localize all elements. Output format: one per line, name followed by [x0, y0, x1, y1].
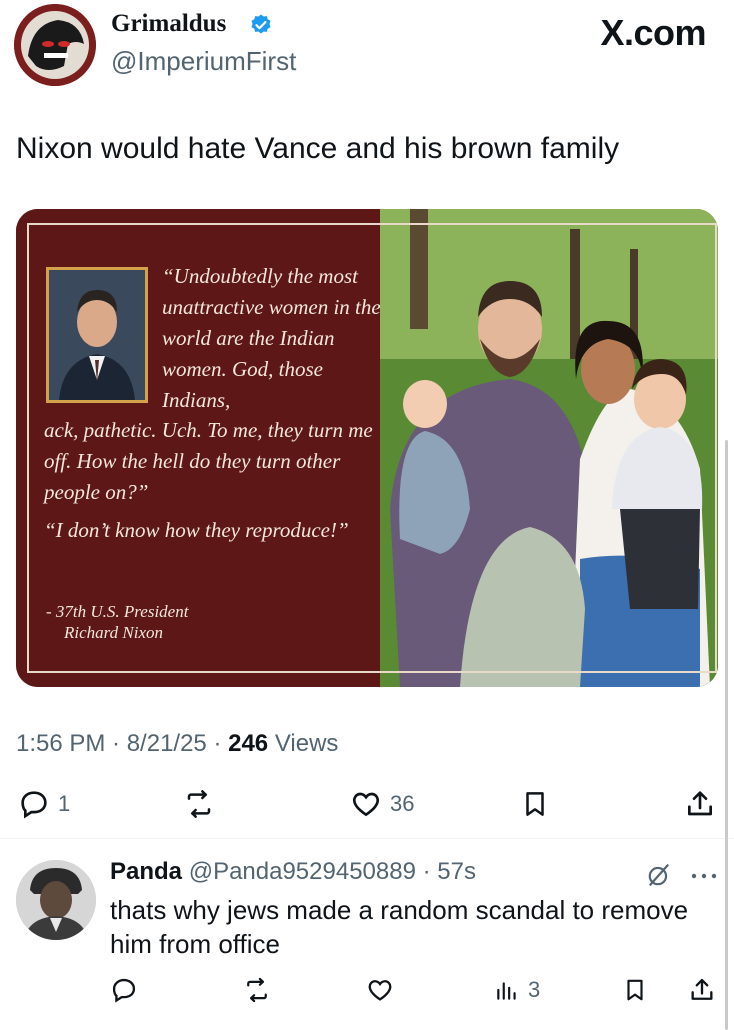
scrollbar[interactable]	[725, 440, 728, 1030]
share-icon	[691, 978, 713, 1000]
quote-frame	[27, 223, 717, 673]
reply-author-name[interactable]: Panda	[110, 858, 182, 885]
like-icon	[352, 792, 380, 817]
reply-bookmark-button[interactable]	[622, 976, 648, 1004]
author-avatar[interactable]	[14, 4, 96, 86]
reply-retweet-button[interactable]	[242, 976, 272, 1004]
views-count: 246	[228, 730, 269, 757]
brand-watermark: X.com	[600, 12, 706, 53]
reply-count: 1	[58, 791, 71, 816]
reply-share-button[interactable]	[688, 976, 716, 1004]
bookmark-button[interactable]	[520, 788, 550, 820]
reply-handle-time[interactable]: @Panda9529450889 · 57s	[182, 858, 476, 885]
views-label: Views	[268, 730, 339, 757]
retweet-icon	[187, 790, 211, 818]
timestamp[interactable]: 1:56 PM · 8/21/25 ·	[16, 730, 228, 757]
reply-avatar[interactable]	[16, 860, 96, 940]
tweet-media[interactable]: “Undoubtedly the most unattractive women…	[16, 209, 718, 687]
reply-icon	[112, 978, 136, 1003]
reply-header: Panda @Panda9529450889 · 57s	[110, 858, 476, 886]
divider	[0, 838, 734, 839]
reply-text: thats why jews made a random scandal to …	[110, 895, 689, 959]
author-handle[interactable]: @ImperiumFirst	[111, 46, 296, 77]
views-icon	[497, 982, 516, 1000]
retweet-icon	[247, 977, 267, 1003]
grok-icon[interactable]	[646, 862, 672, 888]
share-button[interactable]	[684, 788, 716, 820]
more-icon[interactable]	[690, 872, 718, 880]
author-display-name[interactable]: Grimaldus	[111, 10, 226, 38]
retweet-button[interactable]	[182, 788, 216, 820]
reply-like-button[interactable]	[366, 976, 394, 1004]
like-count: 36	[390, 791, 415, 816]
reply-reply-button[interactable]	[110, 976, 138, 1004]
verified-badge-icon	[251, 14, 271, 34]
reply-action-bar: 3	[0, 972, 734, 1012]
avatar-image	[14, 4, 96, 86]
tweet-meta: 1:56 PM · 8/21/25 · 246 Views	[16, 730, 338, 758]
tweet-text: Nixon would hate Vance and his brown fam…	[16, 132, 620, 165]
reply-icon	[21, 791, 47, 819]
bookmark-icon	[627, 979, 643, 1001]
reply-views-count: 3	[528, 977, 541, 1002]
like-button[interactable]: 36	[350, 788, 414, 820]
bookmark-icon	[526, 792, 544, 816]
reply-button[interactable]: 1	[18, 788, 70, 820]
reply-views-button[interactable]: 3	[494, 976, 540, 1004]
tweet-action-bar: 1 36	[0, 780, 734, 830]
share-icon	[688, 791, 712, 816]
like-icon	[368, 980, 392, 1001]
reply-avatar-image	[16, 860, 96, 940]
